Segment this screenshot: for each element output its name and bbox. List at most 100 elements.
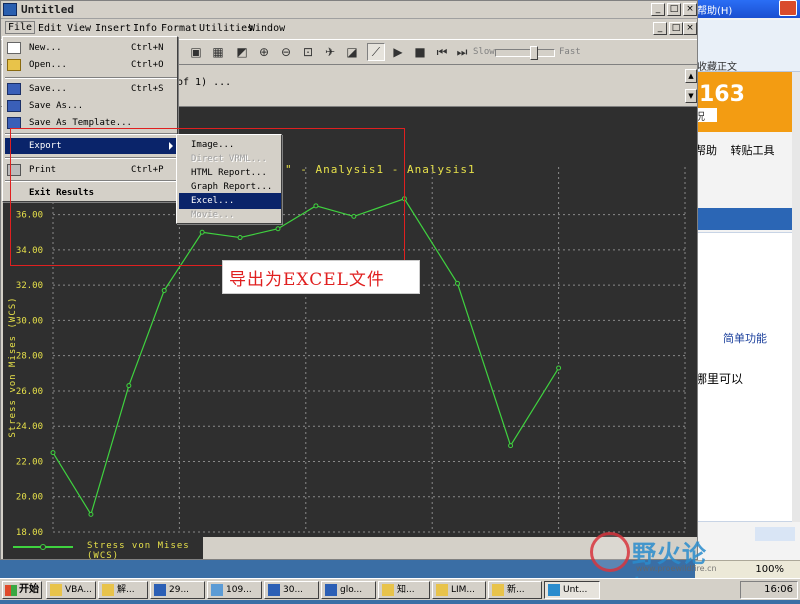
browser-scrollbar[interactable] — [792, 72, 800, 522]
taskbar-item-label: 解... — [117, 585, 135, 595]
menu-item-label: Print — [29, 165, 57, 175]
annotation-note: 导出为EXCEL文件 — [222, 260, 420, 294]
menu-item-save-as-template[interactable]: Save As Template... — [5, 115, 177, 131]
taskbar-item[interactable]: 解... — [98, 581, 148, 599]
menu-item-accel: Ctrl+S — [131, 84, 164, 94]
speed-slider-thumb[interactable] — [530, 46, 538, 60]
zoom-out-icon[interactable]: ⊖ — [277, 43, 295, 61]
y-tick-label: 30.00 — [16, 316, 43, 326]
paint-icon[interactable]: ▦ — [209, 43, 227, 61]
zoom-fit-icon[interactable]: ⊡ — [299, 43, 317, 61]
orient-icon[interactable]: ◪ — [343, 43, 361, 61]
app-icon — [3, 3, 17, 16]
data-point — [199, 229, 205, 235]
picture-icon[interactable]: ◩ — [233, 43, 251, 61]
doc-minimize-button[interactable]: _ — [653, 22, 667, 35]
doc-restore-button[interactable]: □ — [669, 22, 683, 35]
taskbar-item[interactable]: 知... — [378, 581, 430, 599]
data-point — [454, 280, 460, 286]
menu-item-accel: Ctrl+O — [131, 60, 164, 70]
save-as-icon — [7, 100, 21, 112]
minimize-button[interactable]: _ — [651, 3, 665, 16]
menu-file[interactable]: File — [5, 21, 36, 34]
y-tick-label: 36.00 — [16, 211, 43, 221]
menu-utilities[interactable]: Utilities — [199, 23, 253, 34]
zoom-level[interactable]: 100% — [755, 564, 784, 575]
export-submenu: Image... Direct VRML... HTML Report... G… — [176, 134, 282, 224]
rotate-icon[interactable]: ✈ — [321, 43, 339, 61]
menu-item-label: Exit Results — [29, 188, 95, 198]
file-menu: New... Ctrl+N Open... Ctrl+O Save... Ctr… — [2, 36, 178, 202]
menu-item-export[interactable]: Export — [5, 138, 177, 154]
data-point — [351, 213, 357, 219]
doc-close-button[interactable]: × — [683, 22, 697, 35]
taskbar-item[interactable]: 29... — [150, 581, 205, 599]
menu-edit[interactable]: Edit — [38, 23, 62, 34]
browser-toolbar: 收藏正文 — [695, 20, 800, 73]
play-icon[interactable]: ▶ — [389, 43, 407, 61]
menu-separator — [5, 133, 177, 135]
help-menu[interactable]: 帮助(H) — [697, 2, 732, 17]
scroll-down-button[interactable]: ▼ — [685, 89, 697, 103]
zoom-in-icon[interactable]: ⊕ — [255, 43, 273, 61]
taskbar-item-active[interactable]: Unt... — [544, 581, 600, 599]
menu-info[interactable]: Info — [133, 23, 157, 34]
favorites-button[interactable]: 收藏正文 — [697, 58, 737, 73]
taskbar: 开始 VBA... 解... 29... 109... 30... glo...… — [0, 578, 800, 600]
browser-close-button[interactable] — [779, 0, 797, 16]
nav-help-link[interactable]: 帮助 — [695, 144, 717, 157]
maximize-button[interactable]: □ — [667, 3, 681, 16]
legend-series-name: Stress von Mises (WCS) — [87, 541, 190, 561]
taskbar-item[interactable]: 新... — [488, 581, 542, 599]
clock[interactable]: 16:06 — [764, 584, 793, 595]
data-point — [50, 450, 56, 456]
folder-icon — [382, 584, 394, 596]
folder-icon — [102, 584, 114, 596]
chart-title: " - Analysis1 - Analysis1 — [285, 163, 476, 176]
menu-insert[interactable]: Insert — [95, 23, 131, 34]
save-template-icon — [7, 117, 21, 129]
menu-item-label: Image... — [191, 140, 235, 150]
menu-item-save-as[interactable]: Save As... — [5, 98, 177, 114]
menu-item-accel: Ctrl+P — [131, 165, 164, 175]
menu-item-label: Save As Template... — [29, 118, 132, 128]
taskbar-item[interactable]: 109... — [207, 581, 262, 599]
taskbar-item[interactable]: VBA... — [46, 581, 96, 599]
taskbar-item[interactable]: LIM... — [432, 581, 486, 599]
y-axis-label: Stress von Mises (WCS) — [8, 296, 18, 437]
rewind-icon[interactable]: ⏮ — [433, 43, 451, 61]
nav-repost-tool-link[interactable]: 转贴工具 — [731, 144, 775, 157]
forum-header-bar — [695, 208, 793, 230]
menu-separator — [5, 157, 177, 159]
close-button[interactable]: × — [683, 3, 697, 16]
data-point — [126, 383, 132, 389]
print-icon — [7, 164, 21, 176]
stop-icon[interactable]: ■ — [411, 43, 429, 61]
taskbar-item[interactable]: 30... — [264, 581, 319, 599]
data-point — [161, 287, 167, 293]
speed-slider[interactable] — [495, 46, 555, 60]
menu-item-save[interactable]: Save... Ctrl+S — [5, 81, 177, 97]
forward-icon[interactable]: ⏭ — [453, 43, 471, 61]
menu-item-print[interactable]: Print Ctrl+P — [5, 162, 177, 178]
info-text: of 1) ... — [177, 77, 232, 88]
window-title: Untitled — [21, 3, 74, 16]
camera-icon[interactable]: ▣ — [187, 43, 205, 61]
scroll-up-button[interactable]: ▲ — [685, 69, 697, 83]
menu-window[interactable]: Window — [249, 23, 285, 34]
taskbar-item[interactable]: glo... — [321, 581, 376, 599]
graph-mode-icon[interactable]: ⟋ — [367, 43, 385, 61]
menu-separator — [5, 77, 177, 79]
menu-item-new[interactable]: New... Ctrl+N — [5, 40, 177, 56]
y-tick-label: 22.00 — [16, 457, 43, 467]
menu-view[interactable]: View — [67, 23, 91, 34]
taskbar-item-label: 30... — [283, 585, 304, 595]
menu-item-open[interactable]: Open... Ctrl+O — [5, 57, 177, 73]
folder-icon — [436, 584, 448, 596]
menu-item-exit-results[interactable]: Exit Results — [5, 185, 177, 201]
menu-format[interactable]: Format — [161, 23, 197, 34]
taskbar-item-label: 29... — [169, 585, 190, 595]
simple-function-link[interactable]: 简单功能 — [723, 330, 767, 346]
word-icon — [325, 584, 337, 596]
start-button[interactable]: 开始 — [2, 581, 42, 599]
